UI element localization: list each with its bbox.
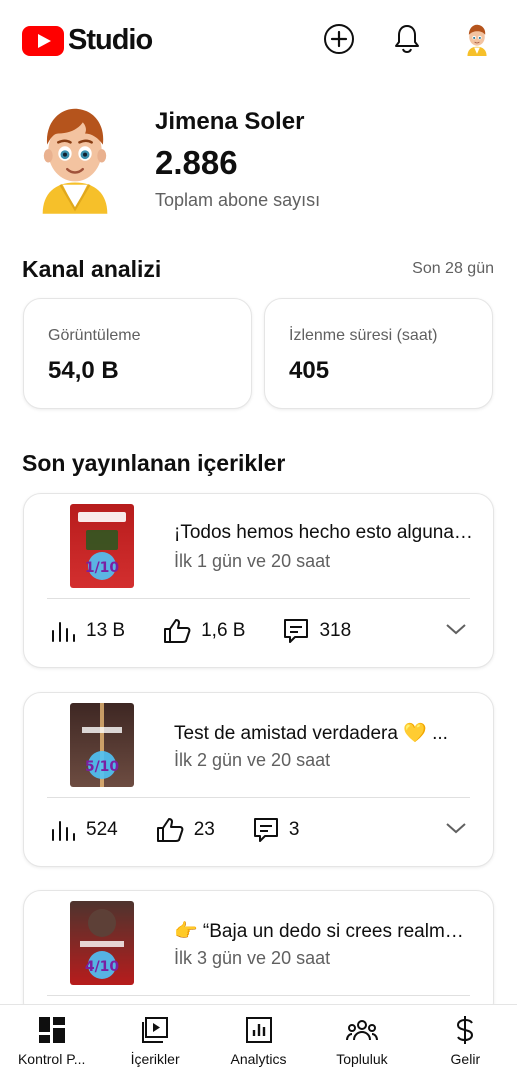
nav-label: Gelir (450, 1051, 481, 1067)
comments-metric: 318 (283, 618, 351, 644)
likes-metric: 1,6 B (163, 618, 245, 644)
dashboard-icon (38, 1015, 66, 1045)
nav-label: Analytics (230, 1051, 287, 1067)
content-icon (141, 1015, 169, 1045)
nav-earn[interactable]: Gelir (414, 1005, 517, 1080)
thumbs-up-icon (163, 618, 191, 644)
nav-analytics[interactable]: Analytics (207, 1005, 310, 1080)
video-title: Test de amistad verdadera 💛 ... (174, 723, 448, 744)
channel-avatar (36, 102, 114, 214)
video-age: İlk 2 gün ve 20 saat (174, 750, 331, 770)
views-metric: 524 (50, 818, 118, 842)
expand-button[interactable] (445, 622, 467, 641)
thumbnail-art: 1/10 (78, 512, 126, 580)
community-icon (345, 1015, 378, 1045)
youtube-logo-icon (22, 25, 64, 56)
video-thumbnail[interactable]: 1/10 (70, 504, 134, 588)
video-card[interactable]: 1/10 ¡Todos hemos hecho esto alguna vez!… (23, 493, 494, 668)
nav-dashboard[interactable]: Kontrol P... (0, 1005, 103, 1080)
analytics-period: Son 28 gün (412, 260, 494, 277)
comments-count: 318 (319, 620, 352, 641)
nav-label: İçerikler (130, 1051, 180, 1067)
subscriber-count: 2.886 (155, 144, 238, 181)
nav-label: Topluluk (336, 1051, 388, 1067)
views-value: 54,0 B (48, 357, 119, 384)
analytics-icon (245, 1015, 273, 1045)
create-button[interactable] (322, 22, 356, 56)
bottom-navigation: Kontrol P... İçerikler Analytics Toplulu… (0, 1004, 517, 1080)
watch-time-card[interactable]: İzlenme süresi (saat) 405 (264, 298, 493, 409)
recent-content-title: Son yayınlanan içerikler (22, 450, 286, 476)
video-title: ¡Todos hemos hecho esto alguna vez! (174, 522, 474, 543)
create-icon (324, 24, 354, 54)
chevron-down-icon (446, 823, 466, 834)
comments-count: 3 (288, 819, 300, 840)
views-card[interactable]: Görüntüleme 54,0 B (23, 298, 252, 409)
thumbnail-score: 4/10 (85, 959, 120, 975)
video-thumbnail[interactable]: 5/10 (70, 703, 134, 787)
thumbs-up-icon (156, 817, 184, 843)
divider (47, 598, 470, 599)
thumbnail-score: 5/10 (85, 759, 120, 775)
avatar (467, 24, 487, 56)
video-metrics: 13 B 1,6 B 318 (50, 618, 389, 644)
nav-community[interactable]: Topluluk (310, 1005, 413, 1080)
video-card[interactable]: 4/10 👉 “Baja un dedo si crees realmente.… (23, 890, 494, 1020)
watch-time-value: 405 (289, 357, 330, 384)
studio-logo[interactable]: Studio (22, 24, 153, 57)
divider (47, 995, 470, 996)
notifications-icon (395, 25, 419, 54)
views-count: 524 (86, 819, 118, 840)
views-count: 13 B (86, 620, 126, 641)
thumbnail-score: 1/10 (85, 560, 120, 576)
channel-name: Jimena Soler (155, 108, 305, 135)
notifications-button[interactable] (390, 22, 424, 56)
comment-icon (253, 817, 279, 843)
account-avatar[interactable] (460, 22, 494, 56)
comments-metric: 3 (253, 817, 300, 843)
chevron-down-icon (446, 624, 466, 635)
video-age: İlk 3 gün ve 20 saat (174, 948, 331, 968)
video-age: İlk 1 gün ve 20 saat (174, 551, 331, 571)
brand-label: Studio (68, 24, 153, 56)
earn-icon (455, 1015, 475, 1045)
bar-chart-icon (50, 619, 76, 643)
views-label: Görüntüleme (48, 327, 141, 344)
divider (47, 797, 470, 798)
watch-time-label: İzlenme süresi (saat) (289, 327, 438, 344)
app-header: Studio (0, 0, 517, 80)
views-metric: 13 B (50, 619, 125, 643)
bar-chart-icon (50, 818, 76, 842)
thumbnail-art: 5/10 (82, 703, 122, 787)
comment-icon (283, 618, 309, 644)
likes-count: 1,6 B (201, 620, 246, 641)
video-thumbnail[interactable]: 4/10 (70, 901, 134, 985)
video-title: 👉 “Baja un dedo si crees realmente... (174, 921, 474, 942)
avatar-illustration (42, 108, 108, 214)
video-metrics: 524 23 3 (50, 817, 337, 843)
analytics-title: Kanal analizi (22, 256, 162, 282)
likes-metric: 23 (156, 817, 215, 843)
likes-count: 23 (193, 819, 215, 840)
subscriber-label: Toplam abone sayısı (155, 190, 321, 210)
nav-label: Kontrol P... (17, 1051, 86, 1067)
nav-content[interactable]: İçerikler (103, 1005, 206, 1080)
channel-profile: Jimena Soler 2.886 Toplam abone sayısı (0, 96, 517, 226)
thumbnail-art: 4/10 (80, 909, 124, 979)
expand-button[interactable] (445, 821, 467, 840)
video-card[interactable]: 5/10 Test de amistad verdadera 💛 ... İlk… (23, 692, 494, 867)
